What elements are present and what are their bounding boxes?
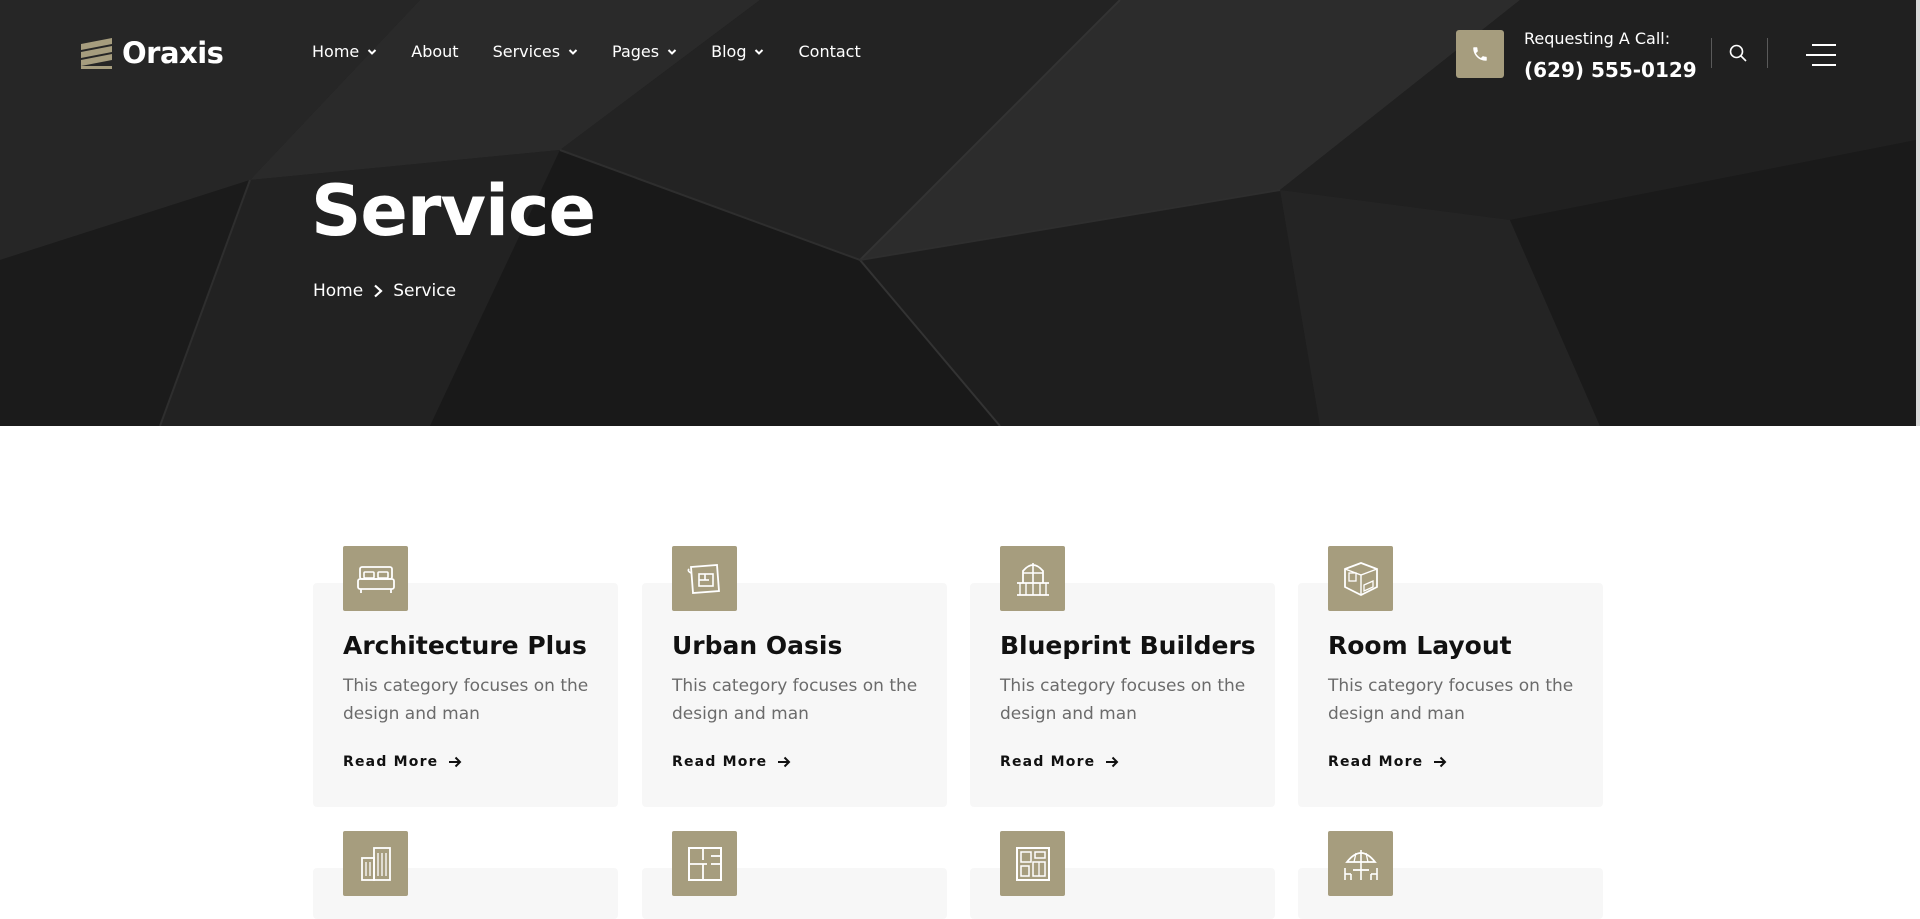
- chevron-right-icon: [374, 284, 383, 298]
- patio-umbrella-icon: [1343, 849, 1378, 880]
- nav-item-pages[interactable]: Pages: [612, 42, 677, 61]
- search-icon[interactable]: [1728, 43, 1748, 63]
- logo-text: Oraxis: [122, 36, 224, 70]
- service-title[interactable]: Blueprint Builders: [1000, 631, 1256, 660]
- floor-plan-icon: [687, 846, 722, 881]
- service-icon-box: [1328, 831, 1393, 896]
- divider: [1711, 38, 1712, 68]
- chevron-down-icon: [568, 48, 578, 55]
- service-icon-box: [343, 831, 408, 896]
- hamburger-menu-icon[interactable]: [1806, 42, 1836, 68]
- read-more-link[interactable]: Read More: [1000, 754, 1119, 770]
- bed-icon: [356, 565, 395, 593]
- arrow-right-icon: [1434, 756, 1447, 768]
- read-more-label: Read More: [343, 754, 439, 770]
- service-icon-box: [1000, 546, 1065, 611]
- logo-icon: [81, 38, 112, 69]
- site-logo[interactable]: Oraxis: [79, 36, 224, 70]
- chevron-down-icon: [755, 48, 764, 55]
- hero-banner: Oraxis Home About Services Pages Blog Co…: [0, 0, 1916, 426]
- service-icon-box: [1328, 546, 1393, 611]
- read-more-label: Read More: [1328, 754, 1424, 770]
- room-isometric-icon: [1343, 561, 1378, 596]
- nav-item-label: Home: [312, 42, 360, 61]
- nav-item-label: About: [411, 42, 459, 61]
- nav-item-about[interactable]: About: [411, 42, 458, 61]
- service-icon-box: [1000, 831, 1065, 896]
- arrow-right-icon: [449, 756, 462, 768]
- call-button[interactable]: [1456, 30, 1504, 78]
- nav-item-contact[interactable]: Contact: [798, 42, 860, 61]
- divider: [1767, 38, 1768, 68]
- chevron-down-icon: [667, 48, 677, 55]
- floor-layout-icon: [1015, 846, 1050, 881]
- breadcrumb-home[interactable]: Home: [313, 281, 363, 301]
- nav-item-label: Contact: [798, 42, 861, 61]
- read-more-link[interactable]: Read More: [343, 754, 462, 770]
- phone-number[interactable]: (629) 555-0129: [1524, 58, 1697, 82]
- call-label: Requesting A Call:: [1524, 29, 1671, 48]
- arrow-right-icon: [778, 756, 791, 768]
- phone-icon: [1473, 47, 1487, 61]
- chevron-down-icon: [368, 48, 377, 55]
- arrow-right-icon: [1106, 756, 1119, 768]
- nav-item-label: Blog: [711, 42, 747, 61]
- breadcrumb-current: Service: [393, 281, 457, 301]
- service-description: This category focuses on the design and …: [1000, 676, 1246, 724]
- nav-item-home[interactable]: Home: [312, 42, 377, 61]
- balcony-door-icon: [1016, 562, 1049, 596]
- service-icon-box: [672, 546, 737, 611]
- service-description: This category focuses on the design and …: [672, 676, 918, 724]
- main-nav: Home About Services Pages Blog Contact: [312, 42, 895, 61]
- read-more-link[interactable]: Read More: [672, 754, 791, 770]
- service-title[interactable]: Urban Oasis: [672, 631, 842, 660]
- service-description: This category focuses on the design and …: [1328, 676, 1574, 724]
- page-title: Service: [311, 170, 596, 252]
- nav-item-blog[interactable]: Blog: [711, 42, 764, 61]
- service-title[interactable]: Architecture Plus: [343, 631, 587, 660]
- blueprint-icon: [687, 563, 720, 594]
- nav-item-label: Services: [492, 42, 561, 61]
- scrollbar[interactable]: [1916, 0, 1920, 426]
- buildings-icon: [360, 846, 391, 881]
- breadcrumb: Home Service: [313, 281, 456, 301]
- service-title[interactable]: Room Layout: [1328, 631, 1512, 660]
- read-more-label: Read More: [1000, 754, 1096, 770]
- service-icon-box: [343, 546, 408, 611]
- service-icon-box: [672, 831, 737, 896]
- read-more-label: Read More: [672, 754, 768, 770]
- read-more-link[interactable]: Read More: [1328, 754, 1447, 770]
- nav-item-label: Pages: [612, 42, 660, 61]
- nav-item-services[interactable]: Services: [493, 42, 578, 61]
- service-description: This category focuses on the design and …: [343, 676, 589, 724]
